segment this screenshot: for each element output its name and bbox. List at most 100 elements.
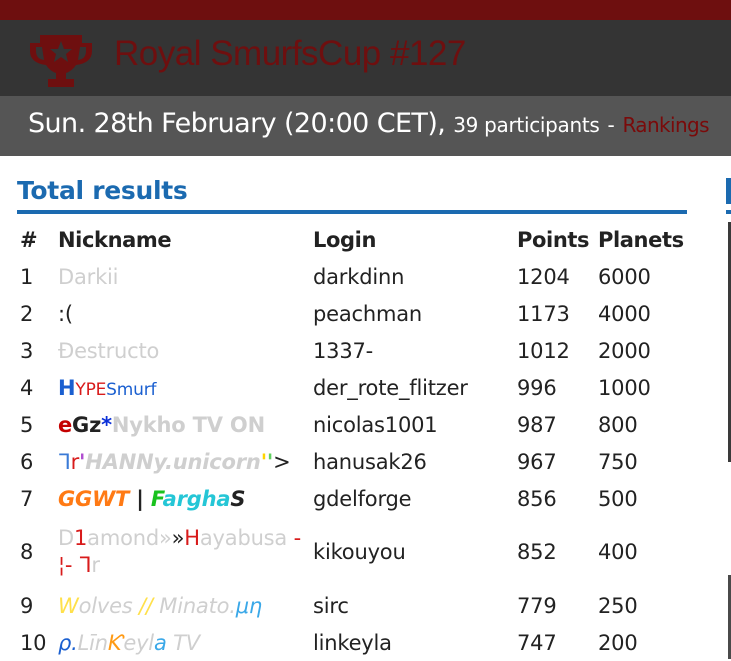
login-cell: nicolas1001 — [313, 412, 438, 437]
table-row: 9 Wolves // Minato.μη sirc 779 250 — [15, 587, 698, 624]
nickname-segment: F — [150, 486, 163, 511]
nickname-segment: > — [273, 449, 291, 474]
results-table: # Nickname Login Points Planets 1 Darkii… — [15, 222, 698, 661]
points-cell: 1012 — [517, 338, 570, 363]
section-title: Total results — [17, 176, 188, 205]
nickname-segment: ρ. — [58, 630, 78, 655]
planets-cell: 6000 — [598, 264, 651, 289]
nickname-segment: Darkii — [58, 264, 119, 289]
top-accent-bar — [0, 0, 731, 20]
nickname-segment: olves — [78, 593, 140, 618]
nickname-segment: TV — [166, 630, 200, 655]
nickname-segment: » — [171, 526, 185, 550]
login-cell: linkeyla — [313, 630, 392, 655]
section-divider — [17, 210, 687, 214]
nickname-cell: Đestructo — [58, 332, 313, 369]
points-cell: 996 — [517, 375, 557, 400]
rank-cell: 7 — [20, 486, 34, 511]
table-row: 6 ᒣr'HANNy.unicorn''> hanusak26 967 750 — [15, 443, 698, 480]
table-row: 1 Darkii darkdinn 1204 6000 — [15, 258, 698, 295]
points-cell: 1204 — [517, 264, 570, 289]
points-cell: 987 — [517, 412, 557, 437]
points-cell: 856 — [517, 486, 557, 511]
table-row: 7 GGWT | FarghaS gdelforge 856 500 — [15, 480, 698, 517]
planets-cell: 800 — [598, 412, 638, 437]
rankings-link[interactable]: Rankings — [622, 113, 709, 137]
nickname-segment: Ƙ — [107, 630, 124, 655]
nickname-segment: a — [153, 630, 167, 655]
nickname-segment: r — [70, 449, 80, 474]
nickname-segment: Lī — [77, 630, 95, 655]
rank-cell: 2 — [20, 301, 34, 326]
nickname-segment: - — [293, 526, 302, 550]
login-cell: hanusak26 — [313, 449, 427, 474]
nickname-segment: ᒣ — [78, 553, 92, 577]
points-cell: 852 — [517, 540, 557, 564]
nickname-cell: ᒣr'HANNy.unicorn''> — [58, 443, 313, 480]
nickname-segment: n — [94, 630, 108, 655]
table-row: 2 :( peachman 1173 4000 — [15, 295, 698, 332]
table-row: 10 ρ.LīnƘeyla TV linkeyla 747 200 — [15, 624, 698, 661]
nickname-segment: | — [129, 486, 151, 511]
login-cell: sirc — [313, 593, 349, 618]
login-cell: der_rote_flitzer — [313, 375, 468, 400]
nickname-segment: HANNy.unicorn — [85, 449, 261, 474]
table-row: 5 eGz*Nykho TV ON nicolas1001 987 800 — [15, 406, 698, 443]
planets-cell: 200 — [598, 630, 638, 655]
nickname-cell: Wolves // Minato.μη — [58, 587, 313, 624]
nickname-segment: H — [58, 375, 76, 400]
planets-cell: 1000 — [598, 375, 651, 400]
planets-cell: 2000 — [598, 338, 651, 363]
column-header-planets: Planets — [598, 228, 684, 252]
planets-cell: 750 — [598, 449, 638, 474]
nickname-segment: ᒣ — [58, 449, 71, 474]
rank-cell: 1 — [20, 264, 34, 289]
planets-cell: 4000 — [598, 301, 651, 326]
table-row: 8 D1amond»»Hayabusa - ¦- ᒣr kikouyou 852 400 — [15, 517, 698, 587]
event-info-bar: Sun. 28th February (20:00 CET), 39 parti… — [0, 96, 731, 156]
nickname-segment: * — [101, 412, 112, 437]
nickname-cell: GGWT | FarghaS — [58, 480, 313, 517]
nickname-segment: S — [230, 486, 246, 511]
nickname-segment: H — [184, 526, 200, 550]
nickname-segment: ¦- — [58, 553, 79, 577]
nickname-segment: r — [91, 553, 100, 577]
nickname-segment: argha — [162, 486, 231, 511]
login-cell: peachman — [313, 301, 423, 326]
nickname-segment: Nykho TV ON — [111, 412, 265, 437]
page-title: Royal SmurfsCup #127 — [114, 34, 466, 73]
side-panel-divider — [726, 210, 731, 214]
login-cell: 1337- — [313, 338, 374, 363]
nickname-segment: ayabusa — [199, 526, 294, 550]
nickname-segment: YPE — [75, 379, 107, 400]
column-header-rank: # — [20, 228, 38, 252]
table-row: 3 Đestructo 1337- 1012 2000 — [15, 332, 698, 369]
nickname-segment: Smurf — [106, 379, 157, 400]
nickname-segment: Gz — [72, 412, 102, 437]
points-cell: 967 — [517, 449, 557, 474]
rank-cell: 6 — [20, 449, 34, 474]
login-cell: gdelforge — [313, 486, 412, 511]
nickname-cell: D1amond»»Hayabusa - ¦- ᒣr — [58, 517, 313, 587]
tournament-header: Royal SmurfsCup #127 — [0, 20, 731, 96]
column-header-nickname: Nickname — [58, 228, 172, 252]
nickname-segment: μη — [235, 593, 263, 618]
planets-cell: 250 — [598, 593, 638, 618]
planets-cell: 400 — [598, 540, 638, 564]
nickname-segment: Minato. — [152, 593, 236, 618]
nickname-segment: D — [58, 526, 74, 550]
nickname-cell: Darkii — [58, 258, 313, 295]
column-header-points: Points — [517, 228, 590, 252]
points-cell: 1173 — [517, 301, 570, 326]
side-panel-title-fragment — [726, 178, 731, 204]
event-date: Sun. 28th February (20:00 CET), — [28, 108, 446, 139]
nickname-segment: 1 — [73, 526, 88, 550]
nickname-cell: ρ.LīnƘeyla TV — [58, 624, 313, 661]
rank-cell: 10 — [20, 630, 47, 655]
nickname-cell: :( — [58, 295, 313, 332]
login-cell: kikouyou — [313, 540, 406, 564]
login-cell: darkdinn — [313, 264, 405, 289]
nickname-segment: W — [58, 593, 79, 618]
nickname-segment: :( — [58, 301, 73, 326]
nickname-segment: Đestructo — [58, 338, 160, 363]
